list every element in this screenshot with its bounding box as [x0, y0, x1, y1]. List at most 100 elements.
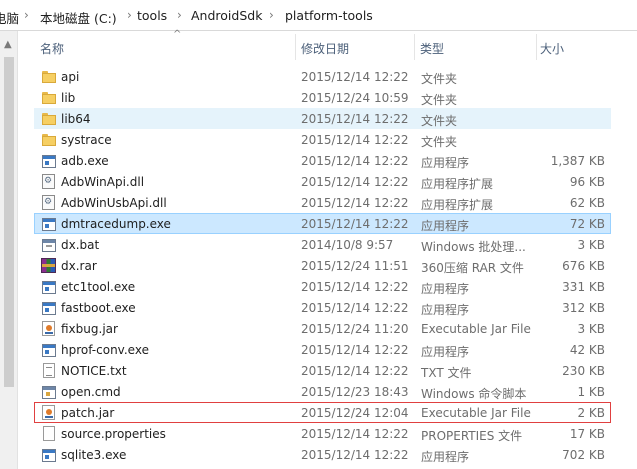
file-modified-date: 2015/12/24 12:04: [301, 406, 409, 420]
file-size: 3 KB: [577, 322, 605, 336]
folder-icon: [41, 111, 57, 127]
file-size: 331 KB: [562, 280, 605, 294]
file-row[interactable]: adb.exe 2015/12/14 12:22 应用程序 1,387 KB: [34, 150, 611, 171]
file-row[interactable]: AdbWinApi.dll 2015/12/14 12:22 应用程序扩展 96 KB: [34, 171, 611, 192]
breadcrumb-androidsdk[interactable]: AndroidSdk: [191, 8, 262, 23]
file-name: adb.exe: [61, 154, 109, 168]
file-row[interactable]: fixbug.jar 2015/12/24 11:20 Executable Jar…: [34, 318, 611, 339]
file-type: 文件夹: [421, 135, 458, 149]
column-header-type[interactable]: 类型: [416, 31, 536, 63]
column-divider[interactable]: [295, 34, 296, 60]
file-row[interactable]: dmtracedump.exe 2015/12/14 12:22 应用程序 72 KB: [34, 213, 611, 234]
file-name: AdbWinApi.dll: [61, 175, 145, 189]
file-modified-date: 2015/12/14 12:22: [301, 448, 409, 462]
file-name: open.cmd: [61, 385, 121, 399]
file-type: Executable Jar File: [421, 322, 531, 336]
file-name: source.properties: [61, 427, 166, 441]
column-header-name-label: 名称: [40, 42, 65, 56]
file-type: TXT 文件: [421, 366, 472, 380]
file-name: dx.rar: [61, 259, 97, 273]
rar-icon: [41, 258, 56, 273]
file-list: api 2015/12/14 12:22 文件夹 lib 2015/12/24 10:5…: [34, 66, 611, 465]
file-type: 文件夹: [421, 72, 458, 86]
file-type: Executable Jar File: [421, 406, 531, 420]
exe-icon: [42, 344, 56, 357]
column-header-type-label: 类型: [420, 42, 445, 56]
file-row[interactable]: hprof-conv.exe 2015/12/14 12:22 应用程序 42 KB: [34, 339, 611, 360]
file-row[interactable]: dx.bat 2014/10/8 9:57 Windows 批处理... 3 KB: [34, 234, 611, 255]
file-row[interactable]: lib 2015/12/24 10:59 文件夹: [34, 87, 611, 108]
file-modified-date: 2015/12/14 12:22: [301, 343, 409, 357]
column-header-row: ^ 名称 修改日期 类型 大小: [18, 29, 637, 63]
file-size: 72 KB: [569, 217, 605, 231]
file-modified-date: 2015/12/14 12:22: [301, 364, 409, 378]
file-row[interactable]: open.cmd 2015/12/23 18:43 Windows 命令脚本 1 KB: [34, 381, 611, 402]
column-header-name[interactable]: ^ 名称: [18, 29, 298, 63]
dll-icon: [42, 174, 55, 189]
file-name: dmtracedump.exe: [61, 217, 171, 231]
column-divider[interactable]: [414, 34, 415, 60]
file-row[interactable]: patch.jar 2015/12/24 12:04 Executable Jar …: [34, 402, 611, 423]
file-row[interactable]: lib64 2015/12/14 12:22 文件夹: [34, 108, 611, 129]
file-row[interactable]: etc1tool.exe 2015/12/14 12:22 应用程序 331 KB: [34, 276, 611, 297]
file-modified-date: 2015/12/14 12:22: [301, 154, 409, 168]
breadcrumb-separator-icon: ›: [127, 8, 132, 22]
file-size: 702 KB: [562, 448, 605, 462]
exe-icon: [42, 449, 56, 462]
file-modified-date: 2015/12/23 18:43: [301, 385, 409, 399]
file-size: 62 KB: [569, 196, 605, 210]
file-row[interactable]: source.properties 2015/12/14 12:22 PROPERT…: [34, 423, 611, 444]
file-name: patch.jar: [61, 406, 115, 420]
file-name: lib64: [61, 112, 91, 126]
scrollbar-thumb[interactable]: [4, 57, 14, 387]
address-bar[interactable]: 电脑 › 本地磁盘 (C:) › tools › AndroidSdk › pl…: [0, 0, 637, 31]
file-row[interactable]: dx.rar 2015/12/24 11:51 360压缩 RAR 文件 676 KB: [34, 255, 611, 276]
breadcrumb-tools[interactable]: tools: [137, 8, 167, 23]
file-size: 17 KB: [569, 427, 605, 441]
file-type: 360压缩 RAR 文件: [421, 261, 524, 275]
text-file-icon: [43, 363, 55, 378]
file-name: dx.bat: [61, 238, 100, 252]
batch-icon: [42, 239, 56, 252]
scroll-up-arrow-icon[interactable]: ▲: [4, 39, 12, 50]
jar-icon: [42, 321, 55, 336]
column-header-date-label: 修改日期: [301, 42, 350, 56]
file-type: 文件夹: [421, 93, 458, 107]
file-type: 应用程序: [421, 450, 470, 464]
file-type: 应用程序: [421, 156, 470, 170]
file-modified-date: 2014/10/8 9:57: [301, 238, 394, 252]
exe-icon: [42, 155, 56, 168]
navigation-pane-scrollbar[interactable]: ▲: [0, 31, 18, 469]
folder-icon: [41, 132, 57, 148]
file-type: 应用程序: [421, 219, 470, 233]
file-name: AdbWinUsbApi.dll: [61, 196, 167, 210]
file-name: fastboot.exe: [61, 301, 136, 315]
file-row[interactable]: AdbWinUsbApi.dll 2015/12/14 12:22 应用程序扩展 62…: [34, 192, 611, 213]
file-name: sqlite3.exe: [61, 448, 127, 462]
file-modified-date: 2015/12/14 12:22: [301, 112, 409, 126]
file-row[interactable]: sqlite3.exe 2015/12/14 12:22 应用程序 702 KB: [34, 444, 611, 465]
file-row[interactable]: api 2015/12/14 12:22 文件夹: [34, 66, 611, 87]
column-header-size[interactable]: 大小: [538, 31, 637, 63]
file-type: 文件夹: [421, 114, 458, 128]
document-icon: [43, 426, 55, 441]
folder-icon: [41, 90, 57, 106]
sort-ascending-icon: ^: [173, 29, 182, 40]
file-name: NOTICE.txt: [61, 364, 127, 378]
file-size: 230 KB: [562, 364, 605, 378]
column-header-size-label: 大小: [540, 42, 565, 56]
file-row[interactable]: NOTICE.txt 2015/12/14 12:22 TXT 文件 230 KB: [34, 360, 611, 381]
column-header-date[interactable]: 修改日期: [298, 31, 414, 63]
file-row[interactable]: fastboot.exe 2015/12/14 12:22 应用程序 312 KB: [34, 297, 611, 318]
breadcrumb-this-pc[interactable]: 电脑: [0, 8, 19, 27]
file-name: hprof-conv.exe: [61, 343, 149, 357]
column-divider[interactable]: [536, 34, 537, 60]
breadcrumb-separator-icon: ›: [24, 8, 29, 22]
file-size: 96 KB: [569, 175, 605, 189]
breadcrumb-local-disk[interactable]: 本地磁盘 (C:): [40, 8, 117, 27]
file-type: Windows 命令脚本: [421, 387, 527, 401]
breadcrumb-platform-tools[interactable]: platform-tools: [285, 8, 373, 23]
file-row[interactable]: systrace 2015/12/14 12:22 文件夹: [34, 129, 611, 150]
file-modified-date: 2015/12/14 12:22: [301, 427, 409, 441]
file-modified-date: 2015/12/24 10:59: [301, 91, 409, 105]
